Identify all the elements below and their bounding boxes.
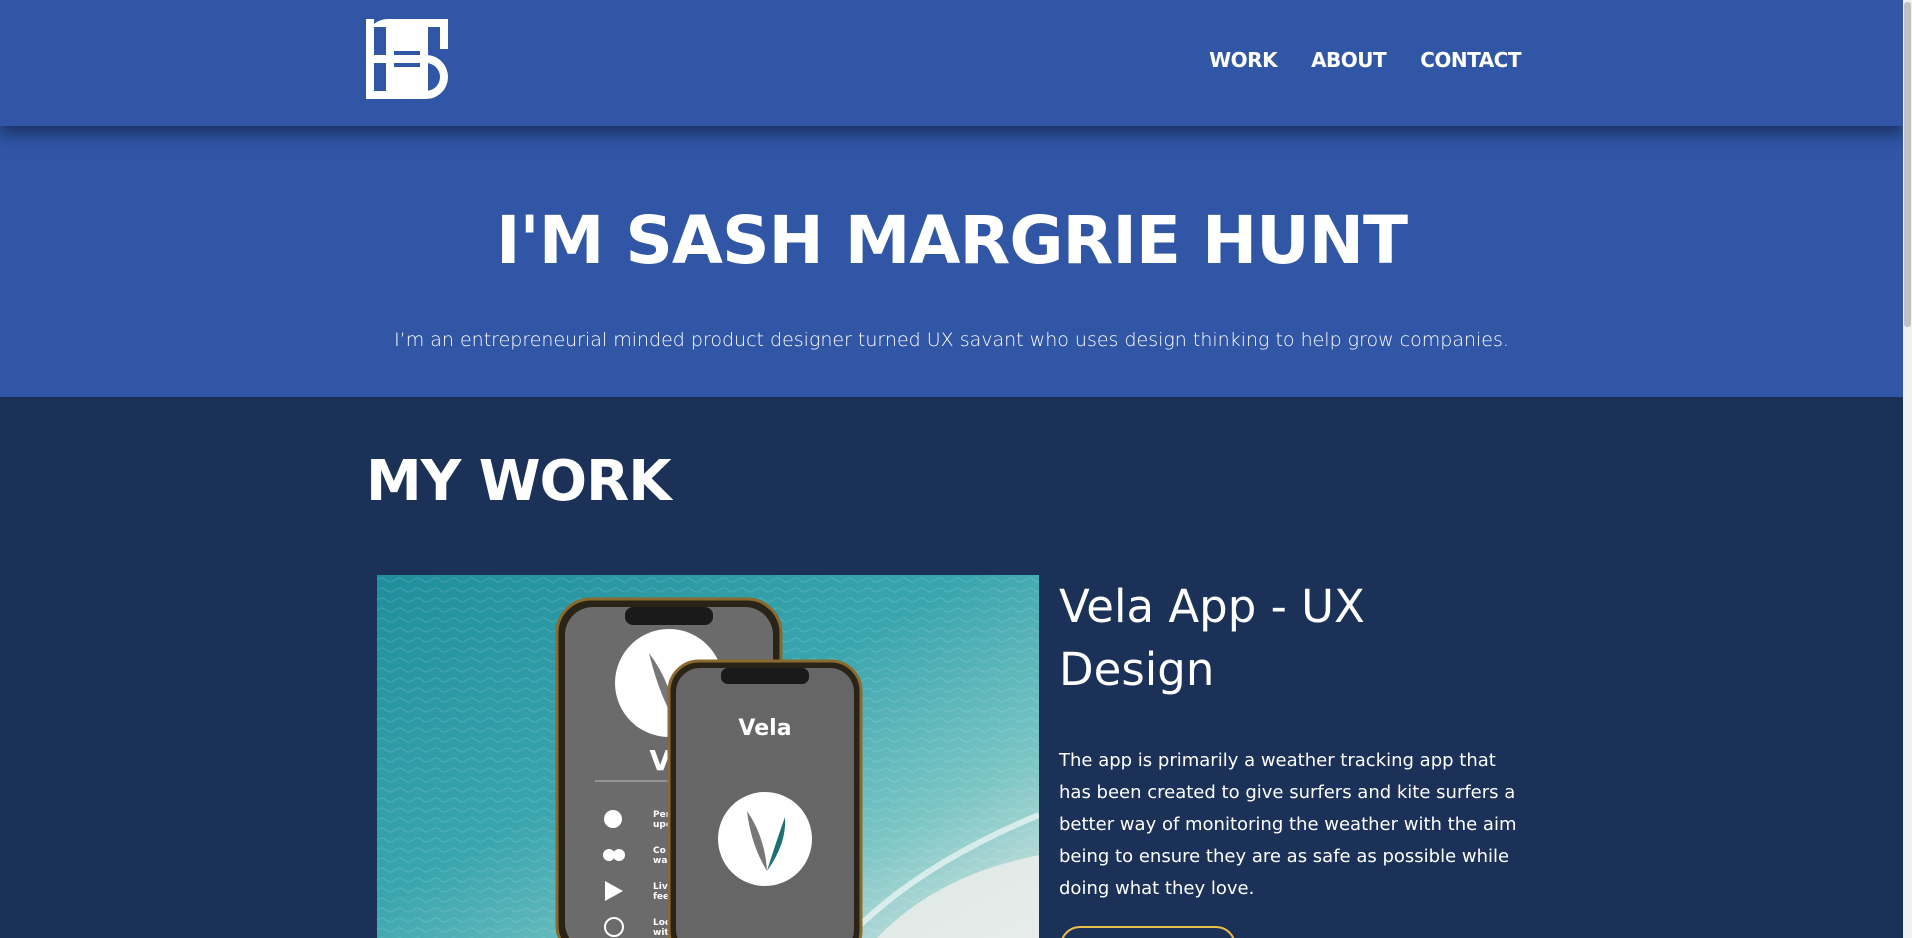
hero-title: I'M SASH MARGRIE HUNT: [495, 202, 1408, 279]
feature-text-4: wa: [653, 856, 667, 866]
view-project-button[interactable]: [1060, 926, 1236, 938]
nav-link-work[interactable]: WORK: [1209, 48, 1277, 72]
feature-text-3: Co: [653, 846, 666, 856]
feature-text-8: wit: [653, 928, 669, 938]
project-description: The app is primarily a weather tracking …: [1059, 750, 1517, 899]
feature-text-6: fee: [653, 892, 669, 902]
work-section: MY WORK Per upd Co wa Liv fee Loc wit Ve…: [0, 397, 1903, 938]
nav-link-contact[interactable]: CONTACT: [1420, 48, 1521, 72]
logo-icon[interactable]: [366, 19, 448, 99]
hero-section: I'M SASH MARGRIE HUNT I’m an entrepreneu…: [0, 126, 1903, 397]
hero-subtitle: I’m an entrepreneurial minded product de…: [394, 329, 1509, 351]
page-scrollbar[interactable]: [1903, 0, 1912, 938]
project-title[interactable]: Vela App - UX Design: [1059, 575, 1459, 701]
site-header: WORK ABOUT CONTACT: [0, 0, 1903, 126]
front-phone-app-name: Vela: [738, 716, 791, 741]
project-thumbnail[interactable]: Ve Per upd Co wa Liv fee Loc wit Vela: [377, 575, 1039, 938]
work-section-title: MY WORK: [366, 449, 672, 514]
nav-link-about[interactable]: ABOUT: [1311, 48, 1387, 72]
feature-text-5: Liv: [653, 882, 668, 892]
scrollbar-thumb[interactable]: [1904, 2, 1911, 327]
main-nav: WORK ABOUT CONTACT: [1209, 48, 1521, 72]
